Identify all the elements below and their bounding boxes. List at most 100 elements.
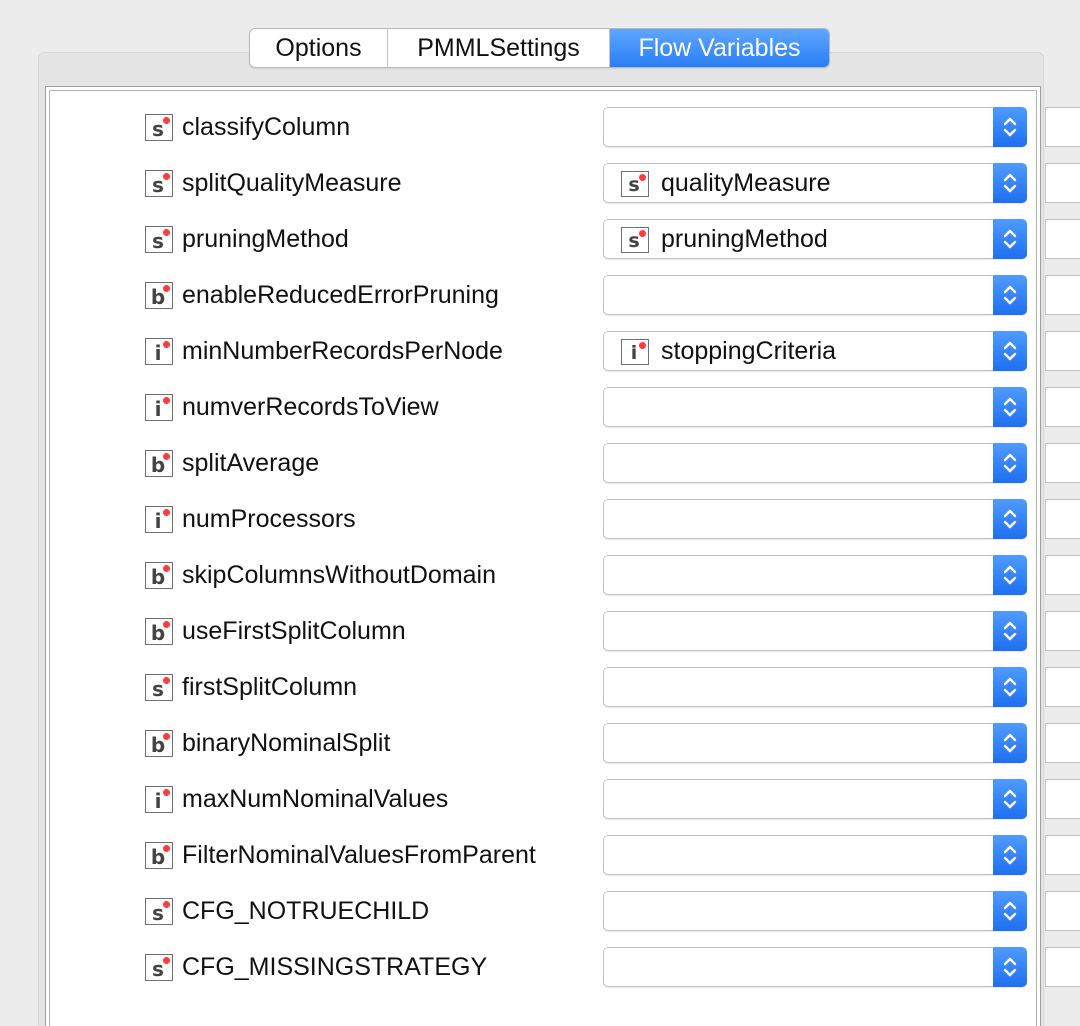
red-dot-icon [639,174,646,181]
variable-name: CFG_MISSINGSTRATEGY [182,953,488,981]
updown-arrows-icon[interactable] [993,443,1027,483]
flow-variable-select[interactable] [603,723,1027,763]
type-string-icon: s [145,114,173,141]
flow-variable-row: b skipColumnsWithoutDomain [50,547,1080,603]
updown-arrows-icon[interactable] [993,947,1027,987]
selected-variable: stoppingCriteria [661,337,837,365]
flow-variable-row: s splitQualityMeasure s qualityMeasure [50,155,1080,211]
exposed-variable-field[interactable] [1045,499,1080,539]
type-string-icon: s [145,954,173,981]
type-boolean-icon: b [145,618,173,645]
flow-variable-select[interactable]: s qualityMeasure [603,163,1027,203]
selected-variable: qualityMeasure [661,169,831,197]
exposed-variable-field[interactable] [1045,947,1080,987]
variable-name: numverRecordsToView [182,393,439,421]
variable-name: FilterNominalValuesFromParent [182,841,536,869]
exposed-variable-field[interactable] [1045,667,1080,707]
red-dot-icon [163,285,170,292]
exposed-variable-field[interactable] [1045,555,1080,595]
type-string-icon: s [621,227,649,253]
flow-variable-select[interactable] [603,779,1027,819]
flow-variable-select[interactable] [603,555,1027,595]
flow-variable-select[interactable] [603,947,1027,987]
exposed-variable-field[interactable] [1045,107,1080,147]
flow-variable-select[interactable] [603,891,1027,931]
updown-arrows-icon[interactable] [993,835,1027,875]
red-dot-icon [163,229,170,236]
flow-variable-row: s firstSplitColumn [50,659,1080,715]
flow-variable-select[interactable] [603,667,1027,707]
flow-variable-row: b splitAverage [50,435,1080,491]
type-boolean-icon: b [145,562,173,589]
variable-name: minNumberRecordsPerNode [182,337,503,365]
updown-arrows-icon[interactable] [993,667,1027,707]
type-integer-icon: i [145,394,173,421]
flow-variable-select[interactable] [603,611,1027,651]
flow-variable-select[interactable]: i stoppingCriteria [603,331,1027,371]
red-dot-icon [163,677,170,684]
variable-name: firstSplitColumn [182,673,358,701]
type-glyph: i [154,340,162,365]
variable-name: maxNumNominalValues [182,785,449,813]
type-boolean-icon: b [145,730,173,757]
type-string-icon: s [145,170,173,197]
type-boolean-icon: b [145,282,173,309]
flow-variable-select[interactable] [603,835,1027,875]
updown-arrows-icon[interactable] [993,723,1027,763]
red-dot-icon [163,957,170,964]
flow-variable-row: i maxNumNominalValues [50,771,1080,827]
red-dot-icon [163,509,170,516]
updown-arrows-icon[interactable] [993,219,1027,259]
exposed-variable-field[interactable] [1045,331,1080,371]
flow-variable-row: b enableReducedErrorPruning [50,267,1080,323]
type-boolean-icon: b [145,842,173,869]
updown-arrows-icon[interactable] [993,555,1027,595]
flow-variable-select[interactable] [603,499,1027,539]
tab-pmml-settings[interactable]: PMMLSettings [388,29,610,67]
exposed-variable-field[interactable] [1045,219,1080,259]
variable-name: skipColumnsWithoutDomain [182,561,497,589]
exposed-variable-field[interactable] [1045,443,1080,483]
exposed-variable-field[interactable] [1045,387,1080,427]
updown-arrows-icon[interactable] [993,275,1027,315]
flow-variable-select[interactable] [603,387,1027,427]
exposed-variable-field[interactable] [1045,611,1080,651]
exposed-variable-field[interactable] [1045,723,1080,763]
variable-name: numProcessors [182,505,356,533]
selected-variable: pruningMethod [661,225,828,253]
flow-variables-list[interactable]: s classifyColumn s splitQualityMeasure s qual… [49,90,1080,1026]
flow-variable-select[interactable] [603,107,1027,147]
exposed-variable-field[interactable] [1045,275,1080,315]
red-dot-icon [639,230,646,237]
red-dot-icon [163,733,170,740]
flow-variable-row: b useFirstSplitColumn [50,603,1080,659]
updown-arrows-icon[interactable] [993,163,1027,203]
type-boolean-icon: b [145,450,173,477]
flow-variable-row: s pruningMethod s pruningMethod [50,211,1080,267]
exposed-variable-field[interactable] [1045,779,1080,819]
exposed-variable-field[interactable] [1045,891,1080,931]
updown-arrows-icon[interactable] [993,611,1027,651]
exposed-variable-field[interactable] [1045,835,1080,875]
updown-arrows-icon[interactable] [993,891,1027,931]
tab-flow-variables[interactable]: Flow Variables [610,29,829,67]
updown-arrows-icon[interactable] [993,387,1027,427]
type-integer-icon: i [145,786,173,813]
type-integer-icon: i [145,506,173,533]
type-glyph: s [628,173,640,196]
updown-arrows-icon[interactable] [993,331,1027,371]
updown-arrows-icon[interactable] [993,499,1027,539]
variable-name: useFirstSplitColumn [182,617,406,645]
flow-variable-select[interactable] [603,275,1027,315]
type-string-icon: s [145,674,173,701]
exposed-variable-field[interactable] [1045,163,1080,203]
flow-variable-select[interactable]: s pruningMethod [603,219,1027,259]
flow-variable-select[interactable] [603,443,1027,483]
updown-arrows-icon[interactable] [993,779,1027,819]
type-string-icon: s [145,226,173,253]
type-glyph: i [154,508,162,533]
tab-options[interactable]: Options [250,29,388,67]
updown-arrows-icon[interactable] [993,107,1027,147]
red-dot-icon [163,901,170,908]
flow-variable-row: i numProcessors [50,491,1080,547]
